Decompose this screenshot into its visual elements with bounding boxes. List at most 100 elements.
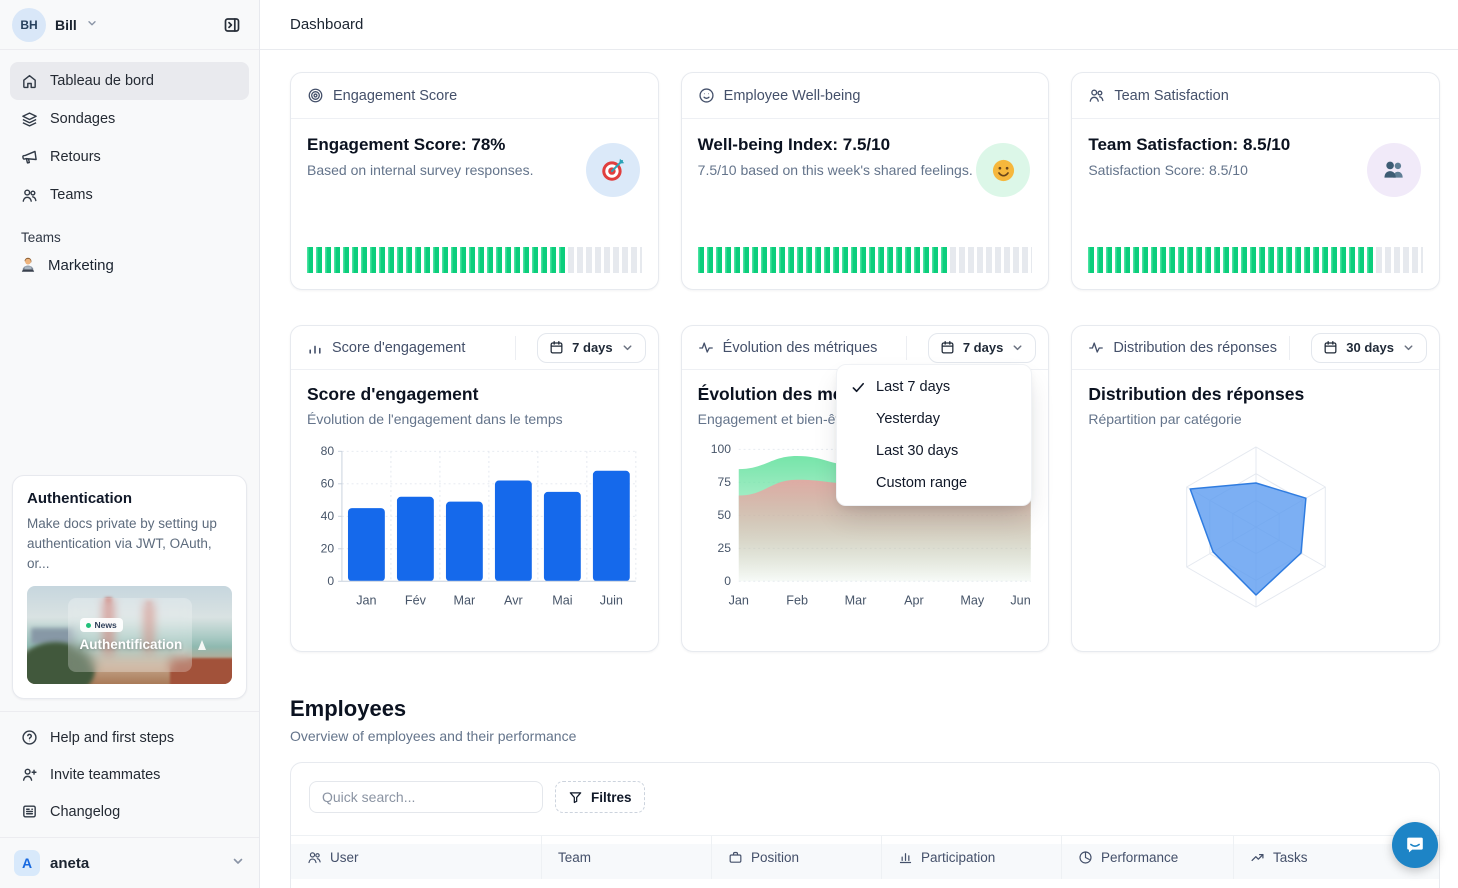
busts-in-silhouette-emoji (1367, 143, 1421, 197)
progress-fill (307, 247, 568, 273)
sidebar-item-surveys[interactable]: Sondages (10, 100, 249, 138)
main-header: Dashboard (260, 0, 1458, 50)
employees-table-header: User Team Position (291, 835, 1439, 879)
team-item-label: Marketing (48, 257, 114, 274)
chevron-down-icon (231, 854, 245, 873)
card-header-label: Employee Well-being (724, 88, 861, 104)
sidebar-user-row: BH Bill (0, 0, 259, 50)
home-icon (21, 73, 38, 90)
menu-item-last-30-days[interactable]: Last 30 days (837, 435, 1031, 467)
progress-fill (698, 247, 949, 273)
bar-chart-icon (307, 340, 323, 356)
promo-card-authentication[interactable]: Authentication Make docs private by sett… (12, 475, 247, 699)
range-selector-button[interactable]: 7 days (537, 333, 645, 363)
smiling-face-emoji (976, 143, 1030, 197)
chat-launcher-button[interactable] (1392, 822, 1438, 868)
range-selector-button[interactable]: 7 days (928, 333, 1036, 363)
filter-icon (568, 790, 583, 805)
svg-text:Jun: Jun (1010, 594, 1030, 608)
sidebar-item-label: Sondages (50, 111, 115, 127)
well-being-card: Employee Well-being Well-being Index: 7.… (681, 72, 1050, 290)
range-label: 7 days (572, 340, 612, 355)
svg-text:Avr: Avr (504, 594, 523, 608)
sidebar-nav: Tableau de bord Sondages Retours Teams (0, 50, 259, 214)
menu-item-yesterday[interactable]: Yesterday (837, 403, 1031, 435)
bar-chart: 020406080JanFévMarAvrMaiJuin (307, 435, 642, 617)
footer-item-label: Help and first steps (50, 730, 174, 746)
technologist-emoji (19, 256, 37, 274)
sidebar-item-invite[interactable]: Invite teammates (10, 756, 249, 793)
activity-icon (698, 340, 714, 356)
sidebar-item-help[interactable]: Help and first steps (10, 719, 249, 756)
svg-text:20: 20 (321, 542, 335, 556)
menu-item-label: Yesterday (876, 411, 940, 427)
collapse-sidebar-button[interactable] (217, 10, 247, 40)
svg-text:Apr: Apr (904, 594, 924, 608)
sidebar-item-label: Retours (50, 149, 101, 165)
response-distribution-card: Distribution des réponses 30 days Distri… (1071, 325, 1440, 652)
svg-text:80: 80 (321, 444, 335, 458)
stat-cards-row: Engagement Score Engagement Score: 78% B… (290, 72, 1440, 290)
workspace-switcher[interactable]: A aneta (0, 837, 259, 888)
progress-fill (1088, 247, 1372, 273)
bar-chart-icon (898, 850, 913, 865)
sidebar: BH Bill Tableau de bord Sondages (0, 0, 260, 888)
sidebar-item-dashboard[interactable]: Tableau de bord (10, 62, 249, 100)
employees-toolbar: Filtres (291, 763, 1439, 831)
svg-text:Jan: Jan (356, 594, 376, 608)
menu-item-last-7-days[interactable]: Last 7 days (837, 371, 1031, 403)
column-header-team: Team (541, 836, 711, 879)
progress-bar (1088, 247, 1423, 273)
team-satisfaction-card: Team Satisfaction Team Satisfaction: 8.5… (1071, 72, 1440, 290)
svg-text:0: 0 (327, 574, 334, 588)
svg-text:50: 50 (717, 508, 731, 522)
card-header: Distribution des réponses 30 days (1072, 326, 1439, 370)
engagement-chart-card: Score d'engagement 7 days Score d'engage… (290, 325, 659, 652)
employees-section: Employees Overview of employees and thei… (290, 696, 1440, 888)
range-selector-button[interactable]: 30 days (1311, 333, 1427, 363)
employees-subtitle: Overview of employees and their performa… (290, 728, 1440, 744)
card-header-label: Score d'engagement (332, 340, 465, 356)
card-header: Engagement Score (291, 73, 658, 119)
avatar[interactable]: BH (12, 8, 46, 42)
column-label: Performance (1101, 850, 1178, 865)
menu-item-custom-range[interactable]: Custom range (837, 467, 1031, 499)
svg-text:May: May (960, 594, 985, 608)
promo-body: Make docs private by setting up authenti… (27, 514, 232, 574)
svg-text:100: 100 (710, 442, 730, 456)
sidebar-item-feedback[interactable]: Retours (10, 138, 249, 176)
promo-overlay-card: News Authentification (68, 598, 192, 672)
range-label: 7 days (963, 340, 1003, 355)
promo-caption: Authentification (80, 637, 183, 652)
divider (906, 336, 907, 360)
svg-text:Feb: Feb (786, 594, 808, 608)
calendar-icon (1323, 340, 1338, 355)
card-header-label: Évolution des métriques (723, 340, 878, 356)
news-badge: News (80, 618, 123, 632)
sidebar-item-team-marketing[interactable]: Marketing (0, 247, 259, 283)
app-window: BH Bill Tableau de bord Sondages (0, 0, 1458, 888)
employees-title: Employees (290, 696, 1440, 722)
chevron-down-icon (1402, 341, 1415, 354)
check-icon (850, 380, 866, 395)
promo-image[interactable]: News Authentification (27, 586, 232, 684)
news-badge-label: News (95, 620, 117, 630)
column-header-position: Position (711, 836, 881, 879)
sidebar-item-teams[interactable]: Teams (10, 176, 249, 214)
svg-text:40: 40 (321, 509, 335, 523)
menu-item-label: Last 30 days (876, 443, 958, 459)
divider (1289, 336, 1290, 360)
sidebar-item-label: Teams (50, 187, 93, 203)
sidebar-item-changelog[interactable]: Changelog (10, 793, 249, 830)
search-input[interactable] (309, 781, 543, 813)
svg-text:Mai: Mai (552, 594, 572, 608)
promo-title: Authentication (27, 490, 232, 507)
chart-title: Score d'engagement (307, 384, 642, 405)
svg-text:Jan: Jan (728, 594, 748, 608)
filters-button[interactable]: Filtres (555, 781, 645, 813)
column-label: Team (558, 850, 591, 865)
dart-target-emoji (586, 143, 640, 197)
user-name[interactable]: Bill (55, 17, 77, 33)
trending-up-icon (1250, 850, 1265, 865)
column-label: Position (751, 850, 799, 865)
